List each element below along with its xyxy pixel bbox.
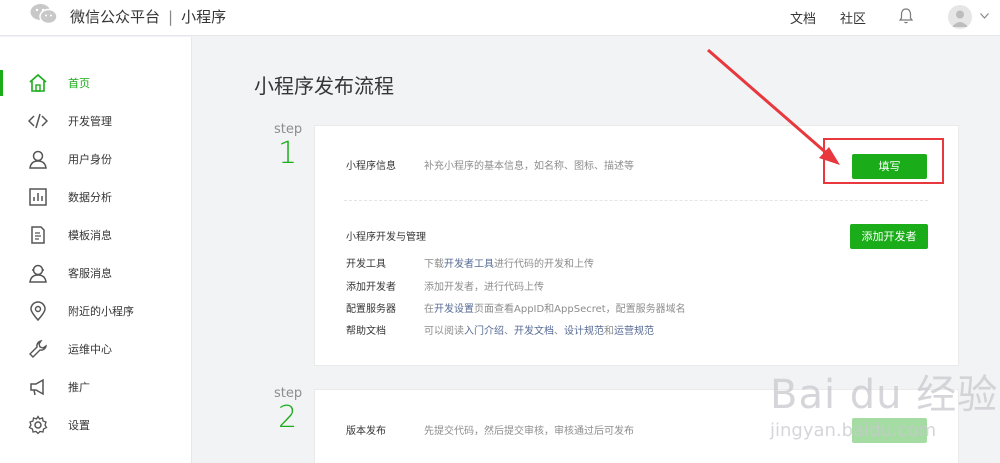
home-icon — [29, 73, 47, 92]
step-1-label: step — [274, 122, 303, 137]
mini-program-info-desc: 补充小程序的基本信息，如名称、图标、描述等 — [424, 161, 634, 172]
megaphone-icon — [30, 378, 44, 396]
annotation-arrow-icon — [707, 48, 840, 165]
help-docs-desc: 可以阅读入门介绍、开发文档、设计规范和运营规范 — [424, 322, 654, 337]
wechat-logo-icon — [30, 4, 58, 25]
user-icon — [29, 150, 47, 169]
user-avatar-icon — [952, 10, 968, 27]
platform-name: 微信公众平台 — [70, 8, 161, 26]
sidebar-item-home[interactable]: 首页 — [0, 64, 192, 102]
config-server-desc: 在开发设置页面查看AppID和AppSecret，配置服务器域名 — [424, 300, 686, 315]
dev-tools-desc: 下载开发者工具进行代码的开发和上传 — [424, 255, 594, 270]
sidebar-item-label: 推广 — [68, 381, 90, 394]
add-developer-button[interactable]: 添加开发者 — [850, 224, 928, 249]
service-icon — [29, 264, 47, 283]
sidebar-item-data-analysis[interactable]: 数据分析 — [0, 178, 192, 216]
help-docs-label: 帮助文档 — [346, 326, 386, 337]
divider — [344, 200, 928, 201]
chevron-down-icon[interactable] — [980, 13, 989, 19]
design-spec-link[interactable]: 设计规范 — [564, 326, 604, 337]
config-server-label: 配置服务器 — [346, 304, 396, 315]
add-developer-desc: 添加开发者，进行代码上传 — [424, 282, 544, 293]
bell-icon[interactable] — [898, 7, 914, 25]
dev-docs-link[interactable]: 开发文档 — [514, 326, 554, 337]
dev-tools-label: 开发工具 — [346, 259, 386, 270]
nav-docs-link[interactable]: 文档 — [790, 8, 816, 27]
operation-spec-link[interactable]: 运营规范 — [614, 326, 654, 337]
nav-community-link[interactable]: 社区 — [840, 8, 866, 27]
desc-text: 下载 — [424, 259, 444, 270]
desc-text: 、 — [554, 326, 564, 337]
page-title: 小程序发布流程 — [254, 74, 394, 98]
sidebar-item-label: 客服消息 — [68, 267, 112, 280]
sidebar-item-dev-management[interactable]: 开发管理 — [0, 102, 192, 140]
sidebar-item-template-message[interactable]: 模板消息 — [0, 216, 192, 254]
step-1-number: 1 — [278, 136, 298, 171]
gear-icon — [28, 415, 48, 435]
location-icon — [30, 301, 46, 321]
desc-text: 在 — [424, 304, 434, 315]
add-developer-label: 添加开发者 — [346, 282, 396, 293]
brand-separator: | — [168, 8, 174, 26]
desc-text: 进行代码的开发和上传 — [494, 259, 594, 270]
avatar[interactable] — [948, 5, 972, 29]
brand-title: 微信公众平台 | 小程序 — [70, 6, 226, 27]
desc-text: 可以阅读 — [424, 326, 464, 337]
sidebar-item-nearby-mini-programs[interactable]: 附近的小程序 — [0, 292, 192, 330]
version-publish-label: 版本发布 — [346, 426, 386, 437]
sidebar-item-label: 模板消息 — [68, 229, 112, 242]
step-2-number: 2 — [278, 400, 298, 435]
wrench-icon — [29, 340, 47, 358]
section-name: 小程序 — [181, 8, 227, 26]
dev-settings-link[interactable]: 开发设置 — [434, 304, 474, 315]
desc-text: 页面查看AppID和AppSecret，配置服务器域名 — [474, 304, 686, 315]
publish-button[interactable] — [852, 418, 927, 443]
desc-text: 和 — [604, 326, 614, 337]
code-icon — [28, 113, 48, 129]
top-header: 微信公众平台 | 小程序 文档 社区 — [0, 0, 1000, 36]
chart-icon — [29, 188, 47, 206]
sidebar-item-operations-center[interactable]: 运维中心 — [0, 330, 192, 368]
template-icon — [31, 226, 45, 244]
sidebar-item-label: 开发管理 — [68, 115, 112, 128]
step-2-label: step — [274, 386, 303, 401]
version-publish-desc: 先提交代码，然后提交审核，审核通过后可发布 — [424, 426, 634, 437]
sidebar-item-label: 用户身份 — [68, 153, 112, 166]
dev-management-title: 小程序开发与管理 — [346, 232, 426, 243]
sidebar-item-customer-service[interactable]: 客服消息 — [0, 254, 192, 292]
sidebar-item-settings[interactable]: 设置 — [0, 406, 192, 444]
sidebar-item-label: 运维中心 — [68, 343, 112, 356]
intro-link[interactable]: 入门介绍 — [464, 326, 504, 337]
sidebar-item-label: 数据分析 — [68, 191, 112, 204]
mini-program-info-label: 小程序信息 — [346, 161, 396, 172]
sidebar-item-label: 首页 — [68, 77, 90, 90]
sidebar-item-promotion[interactable]: 推广 — [0, 368, 192, 406]
sidebar-item-label: 附近的小程序 — [68, 305, 134, 318]
sidebar: 首页 开发管理 用户身份 数据分析 模板消息 客服消息 附近的小程序 运维中心 … — [0, 37, 192, 463]
sidebar-item-label: 设置 — [68, 419, 90, 432]
desc-text: 、 — [504, 326, 514, 337]
dev-tools-link[interactable]: 开发者工具 — [444, 259, 494, 270]
sidebar-item-user-identity[interactable]: 用户身份 — [0, 140, 192, 178]
